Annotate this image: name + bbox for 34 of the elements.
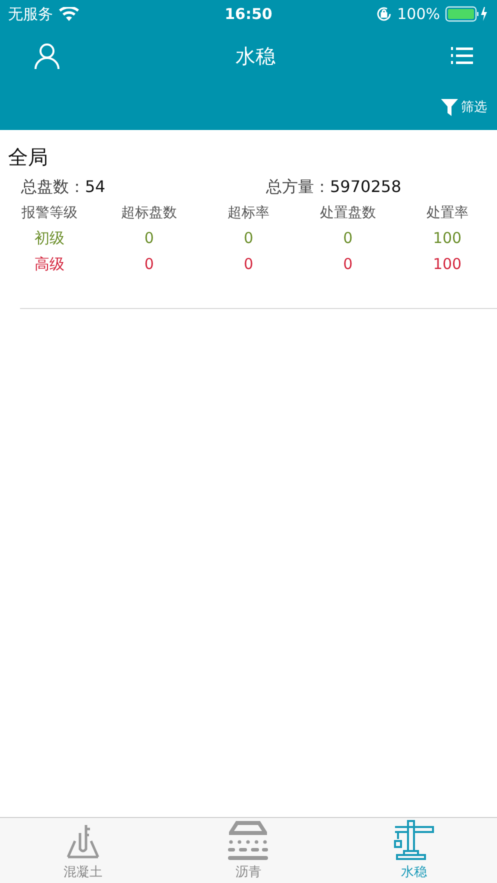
- table-cell-text: 0: [242, 229, 254, 248]
- column-header: 超标盘数: [120, 204, 178, 222]
- column-header: 报警等级: [20, 204, 79, 222]
- table-cell-text: 0: [143, 229, 155, 248]
- summary-stat: 总方量：5970258: [266, 177, 402, 198]
- wifi-icon: [59, 7, 79, 21]
- tab[interactable]: 沥青: [166, 818, 332, 883]
- table-cell-text: 0: [342, 255, 354, 274]
- rotation-lock-icon: [376, 6, 392, 22]
- tab[interactable]: 水稳: [331, 818, 497, 883]
- road-layers-icon: [227, 819, 270, 861]
- summary-stat: 总盘数：54: [21, 177, 106, 198]
- table-cell-text: 0: [342, 229, 354, 248]
- filter-button[interactable]: 筛选: [441, 98, 487, 116]
- column-header: 超标率: [226, 204, 270, 222]
- crane-icon: [393, 819, 436, 861]
- column-header: 处置率: [425, 204, 470, 222]
- user-icon[interactable]: [34, 43, 60, 69]
- table-cell-text: 高级: [34, 255, 66, 274]
- table-cell-text: 100: [432, 229, 463, 248]
- table-cell-text: 0: [143, 255, 155, 274]
- battery-text: 100%: [397, 5, 440, 23]
- table-cell-text: 100: [432, 255, 463, 274]
- clock-text: 16:50: [224, 5, 272, 23]
- page-title: 水稳: [236, 42, 276, 70]
- numbered-list-icon[interactable]: [451, 46, 473, 66]
- tab[interactable]: 混凝土: [0, 818, 166, 883]
- battery-icon: [445, 5, 489, 23]
- filter-icon: [441, 98, 458, 116]
- table-cell-text: 初级: [34, 229, 66, 248]
- column-header: 处置盘数: [318, 204, 377, 222]
- carrier-text: 无服务: [8, 4, 53, 24]
- table-cell-text: 0: [242, 255, 254, 274]
- section-title: 全局: [7, 144, 49, 171]
